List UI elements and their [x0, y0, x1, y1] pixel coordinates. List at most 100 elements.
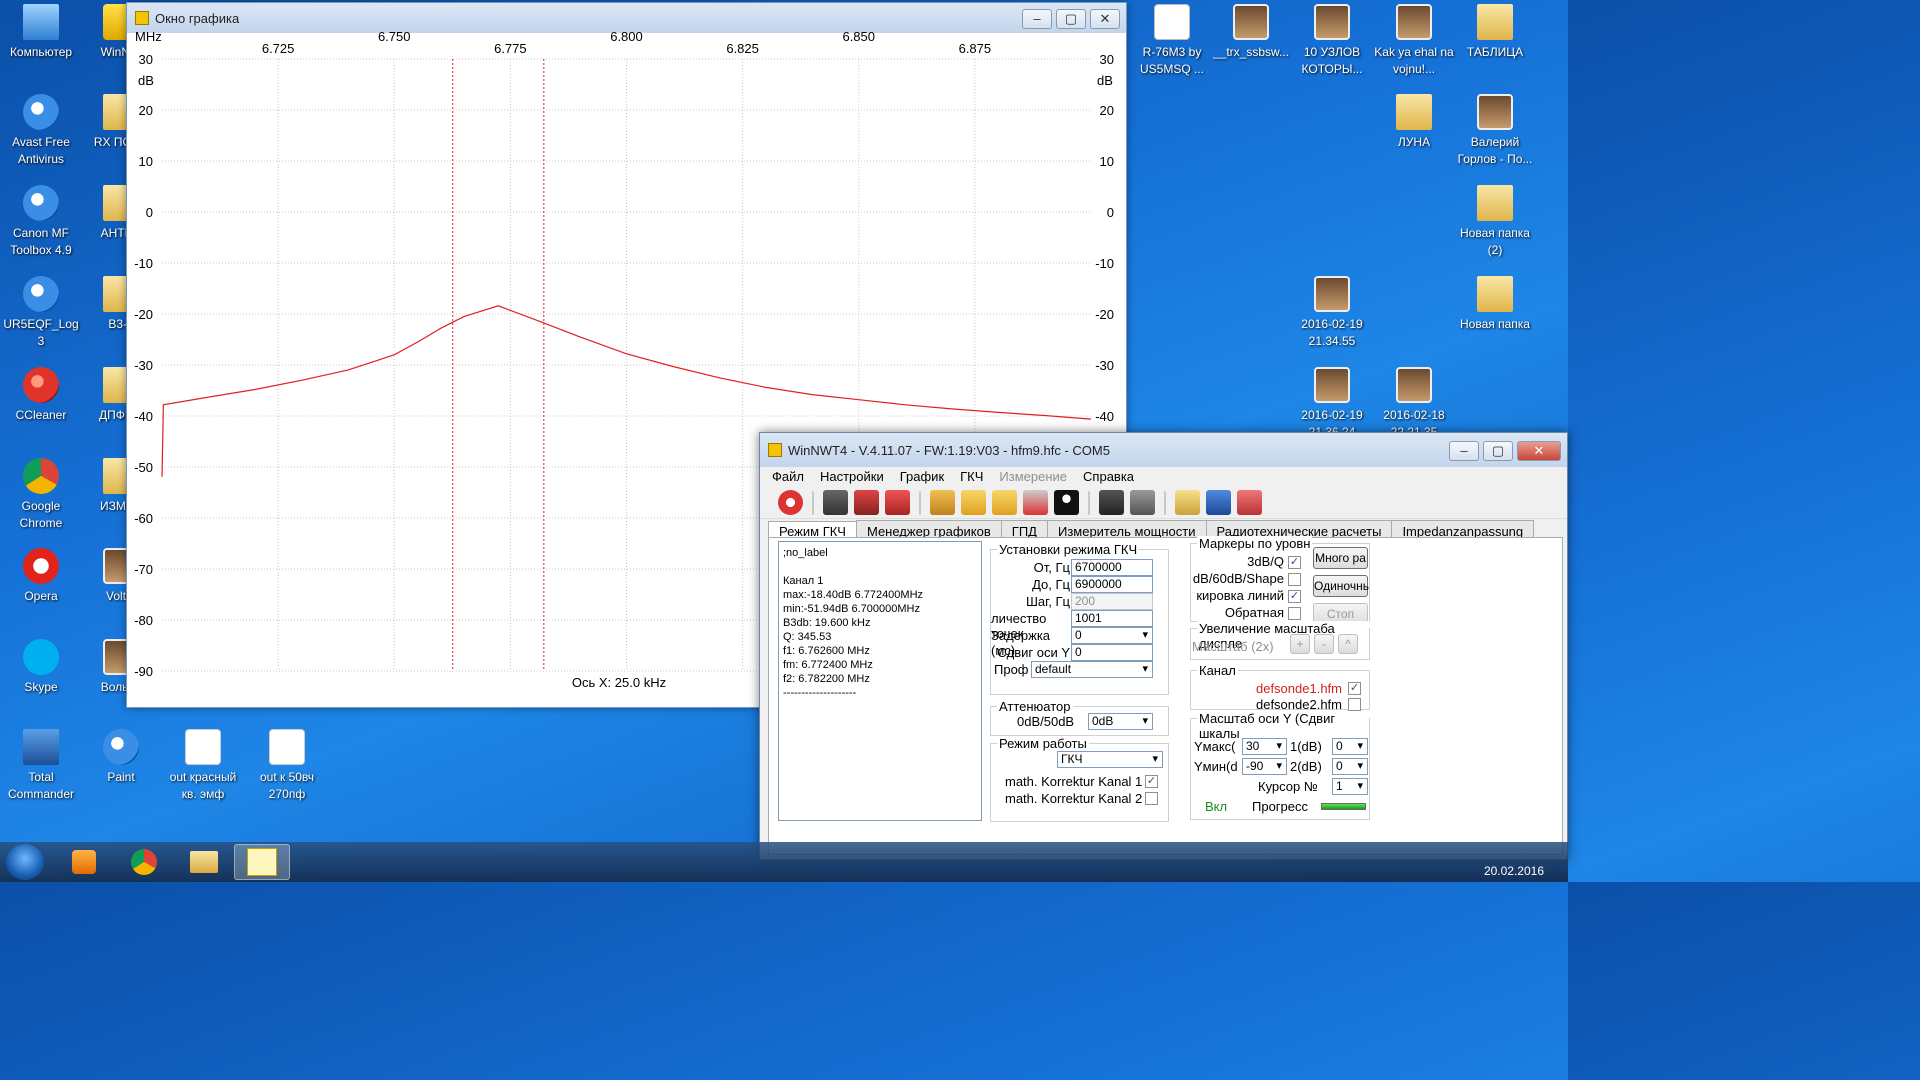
- clear-icon[interactable]: [1237, 490, 1262, 515]
- winnwt-taskbar-icon[interactable]: [234, 844, 290, 880]
- media-player-taskbar-icon[interactable]: [56, 844, 112, 880]
- desktop-icon[interactable]: out красный кв. эмф: [162, 729, 244, 803]
- app-window-titlebar[interactable]: WinNWT4 - V.4.11.07 - FW:1.19:V03 - hfm9…: [760, 433, 1567, 467]
- chrome-taskbar-icon[interactable]: [116, 844, 172, 880]
- desktop-icon-label: Avast Free Antivirus: [12, 135, 70, 166]
- probe-2-label: defsonde2.hfm: [1255, 697, 1342, 712]
- delay-select[interactable]: 0: [1071, 627, 1153, 644]
- maximize-button[interactable]: ▢: [1483, 441, 1513, 461]
- probe-1-checkbox[interactable]: ✓: [1348, 682, 1361, 695]
- winnwt-main-window[interactable]: WinNWT4 - V.4.11.07 - FW:1.19:V03 - hfm9…: [759, 432, 1568, 860]
- menu-settings[interactable]: Настройки: [814, 467, 890, 487]
- step-input[interactable]: 200: [1071, 593, 1153, 610]
- line-marking-checkbox[interactable]: ✓: [1288, 590, 1301, 603]
- math-korrektur-2-checkbox[interactable]: [1145, 792, 1158, 805]
- png-export-icon[interactable]: [885, 490, 910, 515]
- ymin-select[interactable]: -90: [1242, 758, 1287, 775]
- zoom-minus-button[interactable]: -: [1314, 634, 1334, 654]
- video-icon: [1477, 94, 1513, 130]
- tools-icon[interactable]: [930, 490, 955, 515]
- save-icon[interactable]: [1206, 490, 1231, 515]
- desktop-icon[interactable]: 2016-02-19 21.34.55: [1291, 276, 1373, 350]
- desktop-icon[interactable]: Kak ya ehal na vojnu!...: [1373, 4, 1455, 78]
- points-input[interactable]: 1001: [1071, 610, 1153, 627]
- profile-select[interactable]: default: [1031, 661, 1153, 678]
- reverse-checkbox[interactable]: [1288, 607, 1301, 620]
- attenuator-select[interactable]: 0dB: [1088, 713, 1153, 730]
- yshift-input[interactable]: 0: [1071, 644, 1153, 661]
- explorer-taskbar-icon[interactable]: [176, 844, 232, 880]
- calibrate-k2-icon[interactable]: [1130, 490, 1155, 515]
- toolbar-separator: [919, 490, 921, 515]
- linux-penguin-icon[interactable]: [1054, 490, 1079, 515]
- graph-window-titlebar[interactable]: Окно графика: [127, 3, 1126, 33]
- menu-measure[interactable]: Измерение: [993, 467, 1073, 487]
- desktop-icon[interactable]: Opera: [0, 548, 82, 605]
- canon-icon: [23, 185, 59, 221]
- menu-file[interactable]: Файл: [766, 467, 810, 487]
- shape-marker-checkbox[interactable]: [1288, 573, 1301, 586]
- zoom-plus-button[interactable]: +: [1290, 634, 1310, 654]
- shift-1-select[interactable]: 0: [1332, 738, 1368, 755]
- math-korrektur-1-checkbox[interactable]: ✓: [1145, 775, 1158, 788]
- menu-help[interactable]: Справка: [1077, 467, 1140, 487]
- power-icon[interactable]: [778, 490, 803, 515]
- from-input[interactable]: 6700000: [1071, 559, 1153, 576]
- desktop-icon[interactable]: 10 УЗЛОВ КОТОРЫ...: [1291, 4, 1373, 78]
- start-button[interactable]: [6, 844, 44, 880]
- close-button[interactable]: ✕: [1090, 9, 1120, 29]
- desktop-icon[interactable]: UR5EQF_Log 3: [0, 276, 82, 350]
- print-color-icon[interactable]: [854, 490, 879, 515]
- pdf-icon: [269, 729, 305, 765]
- toolbar-separator: [1164, 490, 1166, 515]
- clock-date[interactable]: 20.02.2016: [1484, 864, 1544, 878]
- to-input[interactable]: 6900000: [1071, 576, 1153, 593]
- close-button[interactable]: ✕: [1517, 441, 1561, 461]
- probe-icon[interactable]: [1023, 490, 1048, 515]
- desktop-icon[interactable]: R-76M3 by US5MSQ ...: [1131, 4, 1213, 78]
- desktop-icon[interactable]: CCleaner: [0, 367, 82, 424]
- db-icon[interactable]: [992, 490, 1017, 515]
- q-marker-checkbox[interactable]: ✓: [1288, 556, 1301, 569]
- desktop-icon[interactable]: Новая папка (2): [1454, 185, 1536, 259]
- y-scale-group: Масштаб оси Y (Сдвиг шкалы Yмакс( 30 1(d…: [1190, 711, 1370, 820]
- desktop-icon[interactable]: out к 50вч 270пф: [246, 729, 328, 803]
- multi-sweep-button[interactable]: Много ра: [1313, 547, 1368, 569]
- desktop-icon[interactable]: Avast Free Antivirus: [0, 94, 82, 168]
- desktop-icon[interactable]: Валерий Горлов - По...: [1454, 94, 1536, 168]
- desktop-icon[interactable]: Компьютер: [0, 4, 82, 61]
- calibrate-k1-icon[interactable]: [1099, 490, 1124, 515]
- zoom-group: Увеличение масштаба диспле Масштаб (2x) …: [1190, 621, 1370, 660]
- desktop-icon[interactable]: Google Chrome: [0, 458, 82, 532]
- minimize-button[interactable]: –: [1449, 441, 1479, 461]
- desktop-icon[interactable]: Total Commander: [0, 729, 82, 803]
- desktop-icon[interactable]: Canon MF Toolbox 4.9: [0, 185, 82, 259]
- probe-2-checkbox[interactable]: [1348, 698, 1361, 711]
- minimize-button[interactable]: –: [1022, 9, 1052, 29]
- image-icon: [1314, 276, 1350, 312]
- desktop-icon[interactable]: Новая папка: [1454, 276, 1536, 333]
- desktop-icon[interactable]: Skype: [0, 639, 82, 696]
- sweep-chart-icon[interactable]: [961, 490, 986, 515]
- measurement-info-box[interactable]: ;no_label Канал 1 max:-18.40dB 6.772400MHz…: [778, 541, 982, 821]
- desktop-icon[interactable]: 2016-02-19 21.36.24: [1291, 367, 1373, 441]
- desktop-icon[interactable]: ТАБЛИЦА: [1454, 4, 1536, 61]
- menu-graph[interactable]: График: [894, 467, 950, 487]
- menu-sweep[interactable]: ГКЧ: [954, 467, 989, 487]
- cursor-select[interactable]: 1: [1332, 778, 1368, 795]
- desktop-icon[interactable]: __trx_ssbsw...: [1210, 4, 1292, 61]
- desktop-icon-label: out к 50вч 270пф: [259, 770, 315, 801]
- shift-2-select[interactable]: 0: [1332, 758, 1368, 775]
- desktop-icon[interactable]: 2016-02-18 22.21.35: [1373, 367, 1455, 441]
- ymax-select[interactable]: 30: [1242, 738, 1287, 755]
- zoom-up-button[interactable]: ^: [1338, 634, 1358, 654]
- single-sweep-button[interactable]: Одиночнь: [1313, 575, 1369, 597]
- maximize-button[interactable]: ▢: [1056, 9, 1086, 29]
- desktop-icon-label: ЛУНА: [1397, 135, 1431, 149]
- open-folder-icon[interactable]: [1175, 490, 1200, 515]
- desktop-icon[interactable]: ЛУНА: [1373, 94, 1455, 151]
- desktop-icon-label: Opera: [24, 589, 58, 603]
- desktop-icon[interactable]: Paint: [80, 729, 162, 786]
- print-icon[interactable]: [823, 490, 848, 515]
- mode-select[interactable]: ГКЧ: [1057, 751, 1163, 768]
